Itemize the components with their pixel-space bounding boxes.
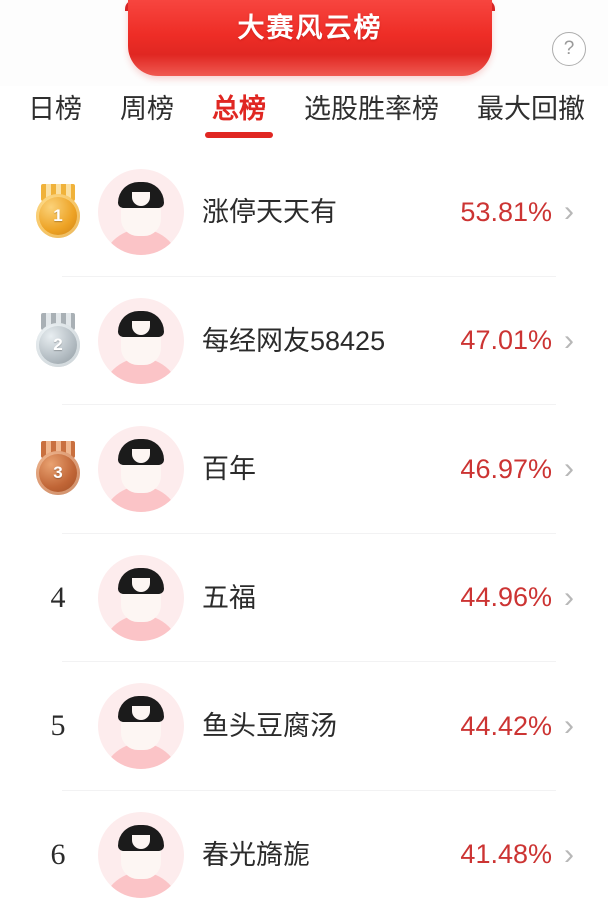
avatar[interactable] bbox=[98, 683, 184, 770]
chevron-right-icon[interactable]: › bbox=[552, 582, 586, 613]
user-name: 每经网友58425 bbox=[202, 325, 386, 356]
return-rate-value: 41.48% bbox=[460, 839, 552, 870]
user-name: 鱼头豆腐汤 bbox=[202, 711, 337, 742]
table-row[interactable]: 6 春光旖旎 41.48% › bbox=[0, 791, 608, 907]
user-name: 百年 bbox=[202, 454, 256, 485]
tab-active-underline bbox=[205, 132, 273, 138]
tab-5[interactable]: 最大回撤 bbox=[477, 86, 585, 140]
gold-medal-icon: 1 bbox=[30, 182, 86, 242]
user-name: 春光旖旎 bbox=[202, 839, 310, 870]
avatar[interactable] bbox=[98, 297, 184, 384]
tab-bar: 日榜 周榜 总榜 选股胜率榜 最大回撤 bbox=[0, 86, 608, 148]
user-name: 涨停天天有 bbox=[202, 197, 337, 228]
page-title: 大赛风云榜 bbox=[237, 13, 383, 43]
chevron-right-icon[interactable]: › bbox=[552, 711, 586, 741]
return-rate-value: 44.96% bbox=[460, 582, 552, 613]
bronze-medal-icon: 3 bbox=[30, 439, 86, 499]
table-row[interactable]: 1 涨停天天有 53.81% › bbox=[0, 148, 608, 277]
tab-label: 总榜 bbox=[212, 94, 266, 124]
table-row[interactable]: 5 鱼头豆腐汤 44.42% › bbox=[0, 662, 608, 791]
tab-label: 日榜 bbox=[28, 94, 82, 124]
chevron-right-icon[interactable]: › bbox=[552, 839, 586, 870]
tab-1[interactable]: 日榜 bbox=[28, 86, 82, 140]
medal-rank-number: 3 bbox=[36, 451, 80, 496]
avatar[interactable] bbox=[98, 554, 184, 641]
return-rate-value: 44.42% bbox=[460, 710, 552, 741]
leaderboard-screen: 大赛风云榜 ? 日榜 周榜 总榜 选股胜率榜 最大回撤 1 涨停天天有 53.81% › 2 每经… bbox=[0, 0, 608, 907]
tab-3[interactable]: 总榜 bbox=[205, 86, 273, 140]
header: 大赛风云榜 ? bbox=[0, 0, 608, 86]
return-rate-value: 53.81% bbox=[460, 196, 552, 227]
tab-4[interactable]: 选股胜率榜 bbox=[304, 86, 439, 140]
user-name: 五福 bbox=[202, 582, 256, 613]
avatar[interactable] bbox=[98, 169, 184, 256]
tab-label: 最大回撤 bbox=[477, 94, 585, 124]
banner: 大赛风云榜 bbox=[125, 0, 495, 78]
return-rate-value: 47.01% bbox=[460, 325, 552, 356]
table-row[interactable]: 3 百年 46.97% › bbox=[0, 405, 608, 534]
help-icon[interactable]: ? bbox=[552, 32, 586, 66]
chevron-right-icon[interactable]: › bbox=[552, 454, 586, 484]
chevron-right-icon[interactable]: › bbox=[552, 325, 586, 356]
avatar[interactable] bbox=[98, 811, 184, 898]
tab-label: 周榜 bbox=[120, 94, 174, 124]
rank-number: 5 bbox=[50, 709, 66, 743]
ranking-list: 1 涨停天天有 53.81% › 2 每经网友58425 47.01% › 3 百年 46.97% ›… bbox=[0, 148, 608, 907]
tab-label: 选股胜率榜 bbox=[304, 94, 439, 124]
rank-number: 6 bbox=[50, 837, 66, 871]
avatar[interactable] bbox=[98, 426, 184, 513]
tab-2[interactable]: 周榜 bbox=[120, 86, 174, 140]
medal-rank-number: 1 bbox=[36, 194, 80, 239]
table-row[interactable]: 4 五福 44.96% › bbox=[0, 534, 608, 662]
table-row[interactable]: 2 每经网友58425 47.01% › bbox=[0, 277, 608, 405]
rank-number: 4 bbox=[50, 580, 66, 614]
chevron-right-icon[interactable]: › bbox=[552, 197, 586, 227]
silver-medal-icon: 2 bbox=[30, 311, 86, 371]
return-rate-value: 46.97% bbox=[460, 453, 552, 484]
medal-rank-number: 2 bbox=[36, 322, 80, 367]
